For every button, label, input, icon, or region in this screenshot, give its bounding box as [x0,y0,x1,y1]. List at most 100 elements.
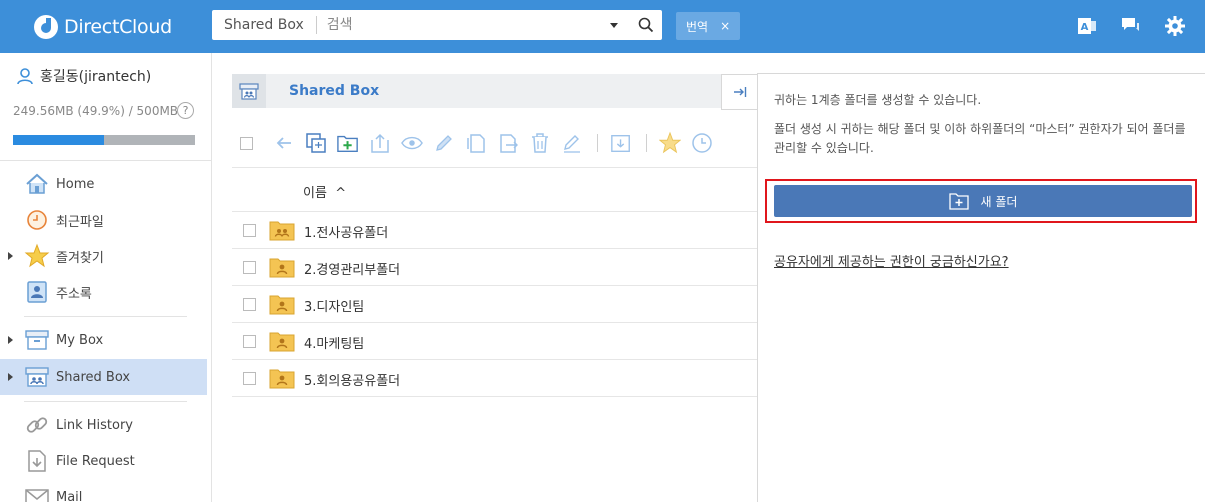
logo-text: DirectCloud [64,16,172,38]
new-folder-button[interactable]: 새 폴더 [774,185,1192,217]
mail-icon [24,484,50,502]
divider [24,401,187,402]
panel-collapse-button[interactable] [721,74,757,110]
expand-arrow-icon[interactable] [8,373,13,381]
settings-button[interactable] [1163,14,1187,38]
sidebar-item-contacts[interactable]: 주소록 [0,274,207,310]
sidebar-item-shared-box[interactable]: Shared Box [0,359,207,395]
favorite-button[interactable] [659,131,681,154]
expand-arrow-icon[interactable] [8,336,13,344]
file-name[interactable]: 5.회의용공유폴더 [304,370,400,389]
shared-box-icon [232,74,266,108]
search-button[interactable] [630,10,662,40]
top-header: DirectCloud Shared Box 번역 × A [0,0,1205,53]
sidebar-item-label: Mail [56,489,83,502]
sort-asc-icon: ^ [335,186,347,201]
preview-button[interactable] [401,132,423,154]
trash-icon [532,133,548,153]
panel-description: 폴더 생성 시 귀하는 해당 폴더 및 이하 하위폴더의 “마스터” 권한자가 … [774,122,1186,155]
delete-button[interactable] [529,132,551,154]
filter-tag[interactable]: 번역 × [676,12,741,40]
download-folder-button[interactable] [610,132,632,154]
rename-button[interactable] [433,132,455,154]
row-checkbox[interactable] [243,335,256,348]
chat-button[interactable] [1119,14,1143,38]
row-checkbox[interactable] [243,298,256,311]
expand-arrow-icon[interactable] [8,252,13,260]
shared-box-icon [24,364,50,390]
permissions-help-link[interactable]: 공유자에게 제공하는 권한이 궁금하신가요? [774,251,1009,270]
new-folder-icon [948,193,969,210]
row-checkbox[interactable] [243,261,256,274]
close-icon[interactable]: × [720,19,730,33]
file-list-area: Shared Box 이름 ^ 1.전사공유폴더 2.경영관리부폴더 3.디자인… [212,53,758,502]
sidebar-item-label: Shared Box [56,369,131,385]
copy-icon [467,134,485,153]
cloud-logo-icon [34,15,58,39]
eye-icon [401,136,423,150]
file-name[interactable]: 2.경영관리부폴더 [304,259,400,278]
search-input[interactable] [316,12,610,38]
sidebar-item-my-box[interactable]: My Box [0,322,207,358]
info-panel: 귀하는 1계층 폴더를 생성할 수 있습니다. 폴더 생성 시 귀하는 해당 폴… [757,73,1205,502]
search-bar: Shared Box [212,10,662,40]
sidebar-item-favorites[interactable]: 즐겨찾기 [0,238,207,274]
row-checkbox[interactable] [243,372,256,385]
sidebar-item-label: My Box [56,332,104,348]
sidebar-item-home[interactable]: Home [0,166,207,202]
copy-folder-button[interactable] [305,132,327,154]
translate-button[interactable]: A [1075,14,1099,38]
user-icon [17,68,33,85]
breadcrumb: Shared Box [232,74,758,108]
upload-button[interactable] [369,132,391,154]
toolbar-divider [646,134,647,152]
box-icon [24,327,50,353]
memo-edit-icon [564,135,580,153]
table-row[interactable]: 3.디자인팀 [232,286,758,323]
copy-button[interactable] [465,132,487,154]
chevron-down-icon[interactable] [610,22,618,28]
sidebar-item-mail[interactable]: Mail [0,479,207,502]
page-title[interactable]: Shared Box [289,83,379,99]
select-all-checkbox[interactable] [240,136,253,150]
collapse-right-icon [733,87,746,97]
column-header-name[interactable]: 이름 ^ [303,182,346,201]
table-row[interactable]: 2.경영관리부폴더 [232,249,758,286]
toolbar-divider [597,134,598,152]
gear-icon [1165,16,1185,36]
new-folder-toolbar-button[interactable] [337,132,359,154]
move-button[interactable] [497,132,519,154]
sidebar-item-link-history[interactable]: Link History [0,407,207,443]
history-button[interactable] [691,132,713,154]
back-button[interactable] [273,132,295,154]
pencil-icon [436,135,452,151]
storage-quota-text: 249.56MB (49.9%) / 500MB [13,104,179,118]
move-icon [500,134,518,153]
panel-info-text: 귀하는 1계층 폴더를 생성할 수 있습니다. [774,93,982,107]
user-folder-icon [269,258,295,278]
user-info[interactable]: 홍길동(jirantech) [16,66,151,86]
star-icon [24,243,50,269]
table-row[interactable]: 5.회의용공유폴더 [232,360,758,397]
table-row[interactable]: 4.마케팅팀 [232,323,758,360]
clock-icon [692,133,712,153]
divider [0,160,212,161]
file-name[interactable]: 3.디자인팀 [304,296,364,315]
sidebar-item-recent[interactable]: 최근파일 [0,202,207,238]
search-scope[interactable]: Shared Box [212,16,317,34]
file-name[interactable]: 1.전사공유폴더 [304,222,388,241]
divider [24,316,187,317]
sidebar-item-file-request[interactable]: File Request [0,443,207,479]
logo[interactable]: DirectCloud [32,13,172,41]
row-checkbox[interactable] [243,224,256,237]
table-row[interactable]: 1.전사공유폴더 [232,212,758,249]
link-icon [24,412,50,438]
new-folder-icon [337,135,358,152]
contacts-icon [24,279,50,305]
help-icon[interactable]: ? [177,102,194,119]
column-name-label: 이름 [303,186,327,201]
file-name[interactable]: 4.마케팅팀 [304,333,364,352]
edit-memo-button[interactable] [561,132,583,154]
storage-progress-bar [13,135,195,145]
sidebar-item-label: Home [56,176,95,192]
